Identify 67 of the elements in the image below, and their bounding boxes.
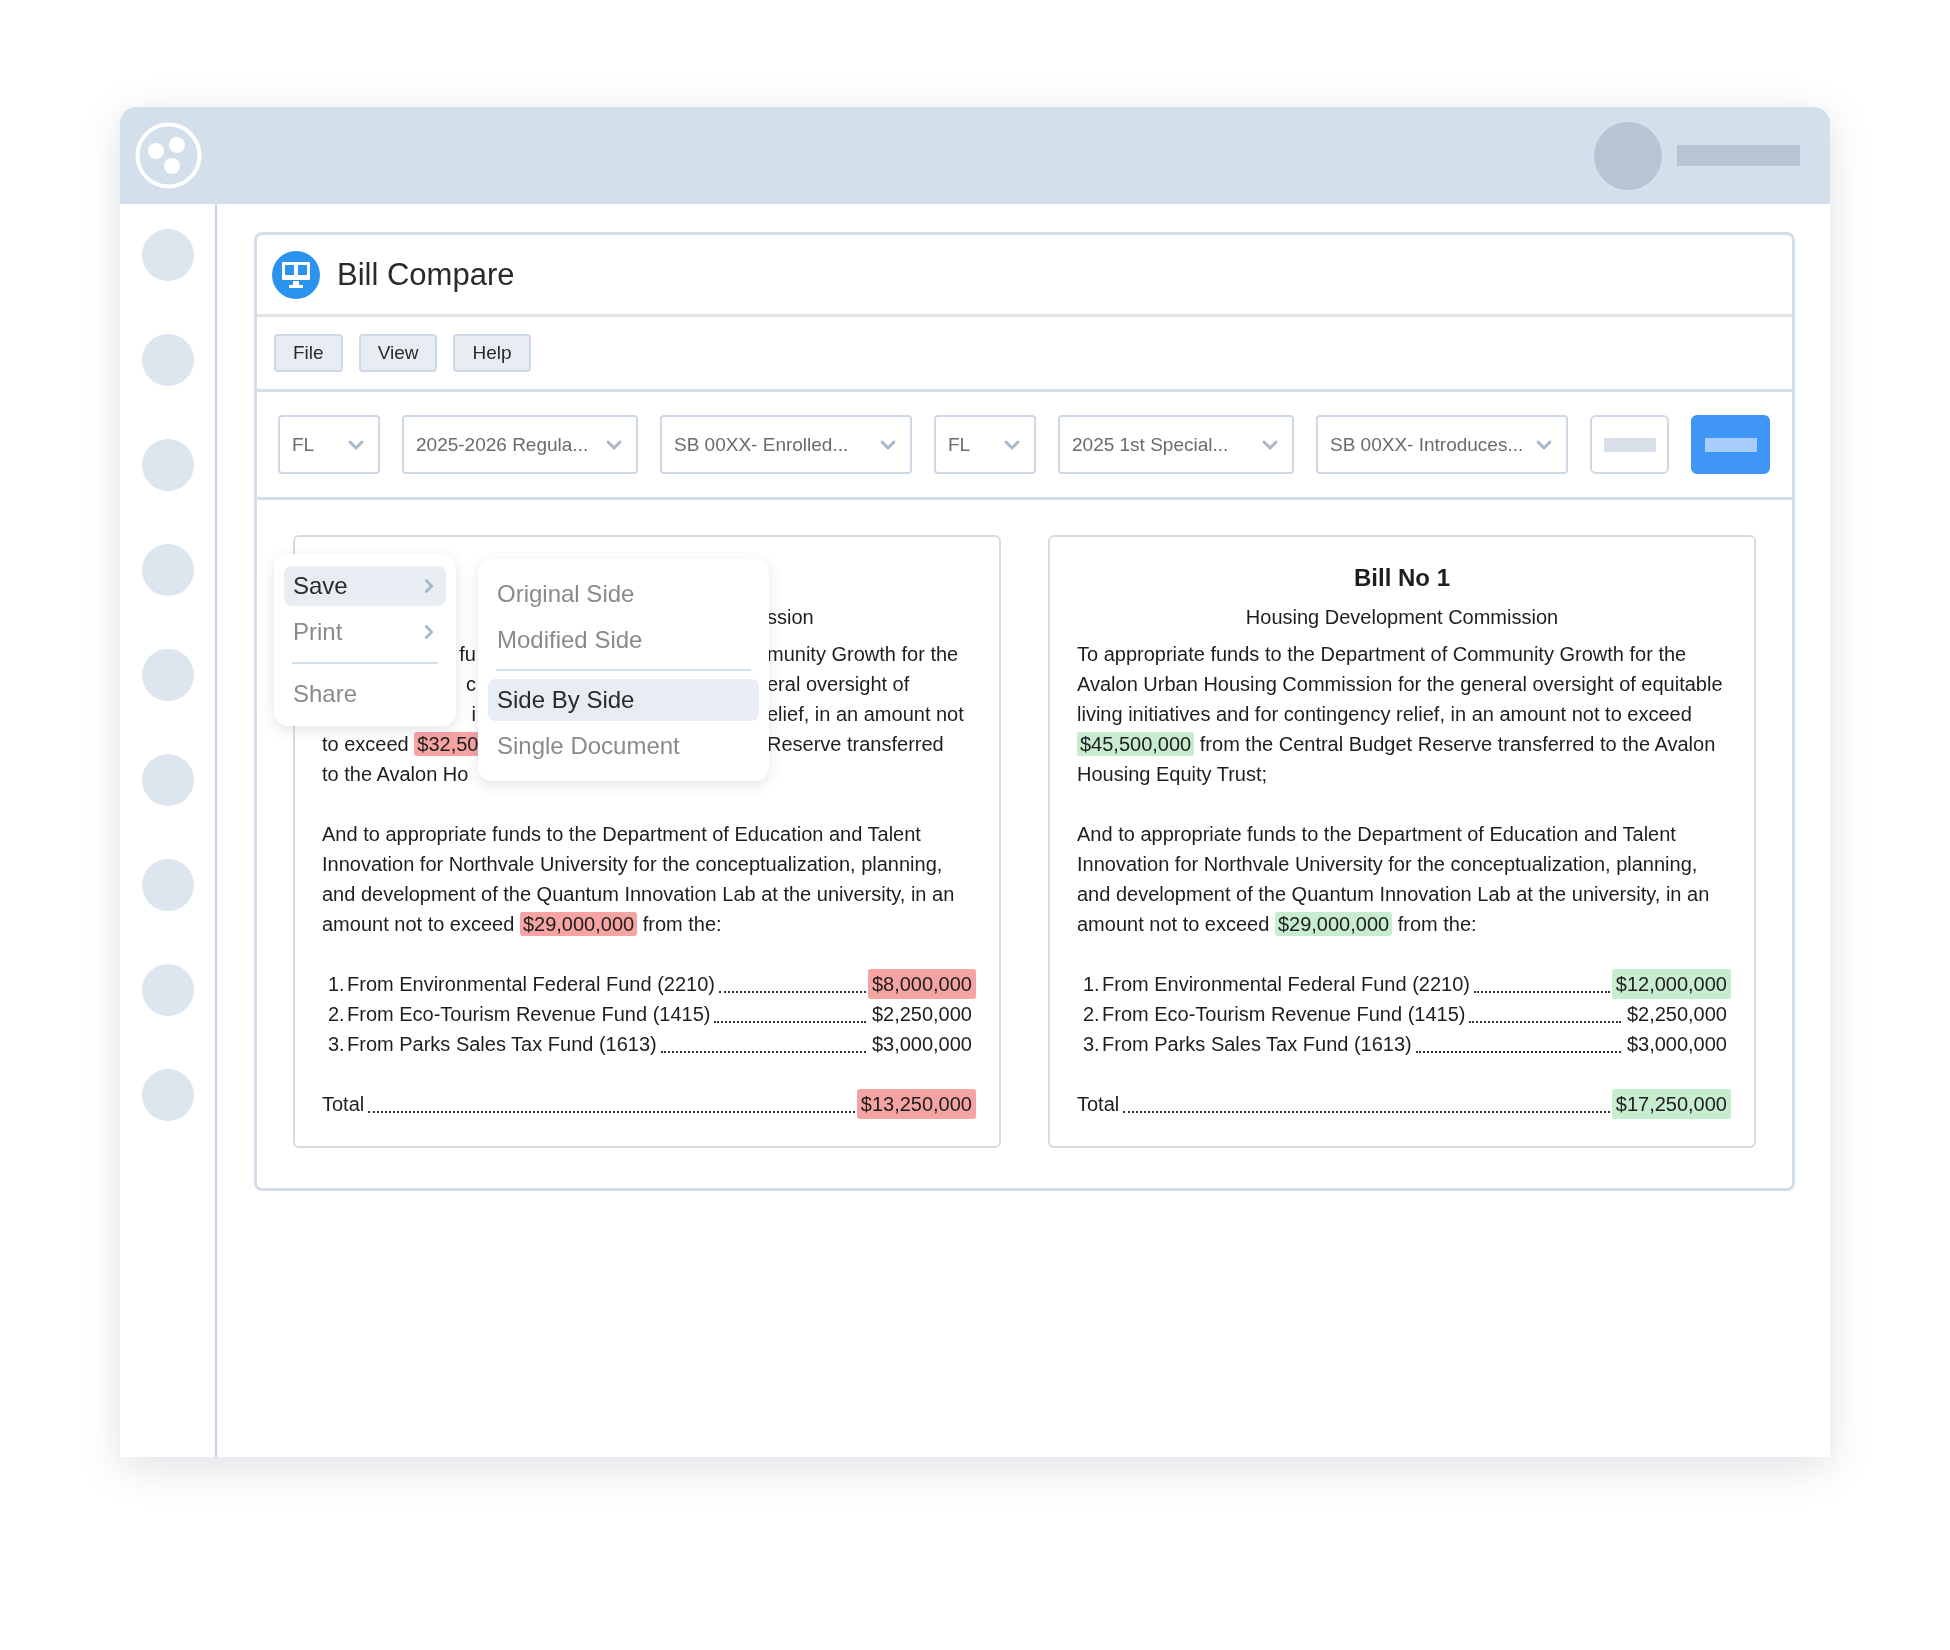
fund-label: From Eco-Tourism Revenue Fund (1415): [1102, 1002, 1466, 1027]
menu-item[interactable]: Save: [284, 566, 446, 606]
sidebar-icon[interactable]: [141, 859, 194, 911]
document-text: eral oversight of: [767, 673, 910, 695]
dropdown[interactable]: SB 00XX- Enrolled...: [660, 415, 912, 474]
sidebar-icon[interactable]: [141, 1069, 194, 1121]
document-text: i: [471, 702, 476, 727]
primary-button[interactable]: [1691, 415, 1770, 474]
sidebar-icon[interactable]: [141, 649, 194, 701]
sidebar-icon[interactable]: [141, 754, 194, 806]
total-amount: $13,250,000: [856, 1089, 976, 1119]
dropdown[interactable]: FL: [278, 415, 380, 474]
list-number: 1.: [1083, 972, 1101, 997]
fund-label: From Environmental Federal Fund (2210): [1102, 972, 1470, 997]
document-text: to exceed $32,50: [322, 729, 482, 759]
list-number: 3.: [1083, 1032, 1101, 1057]
secondary-button[interactable]: [1590, 415, 1669, 474]
menu-button[interactable]: Help: [453, 334, 531, 372]
fund-label: From Parks Sales Tax Fund (1613): [1102, 1032, 1412, 1057]
fund-amount: $12,000,000: [1611, 969, 1731, 999]
document-text: Reserve transferred: [767, 733, 944, 755]
fund-amount: $2,250,000: [870, 1002, 973, 1027]
fund-label: From Environmental Federal Fund (2210): [347, 972, 715, 997]
document-title: Bill No 1: [1353, 563, 1451, 593]
logo-icon: [135, 122, 202, 189]
menu-item[interactable]: Side By Side: [488, 679, 759, 721]
document-text: elief, in an amount not: [767, 703, 964, 725]
fund-amount: $2,250,000: [1625, 1002, 1728, 1027]
sidebar-icon[interactable]: [141, 229, 194, 281]
document-text: c: [466, 672, 476, 697]
document-text: munity Growth for the: [767, 643, 959, 665]
list-number: 1.: [328, 972, 346, 997]
total-label: Total: [1077, 1092, 1120, 1117]
document-text: ssion: [767, 606, 814, 628]
total-amount: $17,250,000: [1611, 1089, 1731, 1119]
menu-button[interactable]: File: [274, 334, 343, 372]
fund-amount: $3,000,000: [870, 1032, 973, 1057]
document-paragraph: And to appropriate funds to the Department of Education and Talent Innovation for Northvale University for the conceptualization, planning, and development of the Quantum Innovation Lab at the university, in an amount not to exceed $29,000,000 from the:: [322, 822, 956, 938]
list-number: 2.: [1083, 1002, 1101, 1027]
fund-label: From Eco-Tourism Revenue Fund (1415): [347, 1002, 711, 1027]
document-paragraph: And to appropriate funds to the Department of Education and Talent Innovation for Northvale University for the conceptualization, planning, and development of the Quantum Innovation Lab at the university, in an amount not to exceed $29,000,000 from the:: [1077, 822, 1711, 938]
fund-label: From Parks Sales Tax Fund (1613): [347, 1032, 657, 1057]
sidebar-icon[interactable]: [141, 544, 194, 596]
menu-item[interactable]: Share: [284, 674, 446, 714]
dropdown[interactable]: 2025 1st Special...: [1058, 415, 1294, 474]
menu-item[interactable]: Original Side: [488, 573, 759, 615]
document-subtitle: Housing Development Commission: [1244, 605, 1560, 630]
fund-amount: $8,000,000: [867, 969, 976, 999]
list-number: 3.: [328, 1032, 346, 1057]
menu-item[interactable]: Single Document: [488, 725, 759, 767]
document-text: to the Avalon Ho: [322, 762, 469, 787]
fund-amount: $3,000,000: [1625, 1032, 1728, 1057]
menu-item[interactable]: Modified Side: [488, 619, 759, 661]
document-text: fu: [459, 642, 476, 667]
menu-item[interactable]: Print: [284, 612, 446, 652]
dropdown[interactable]: SB 00XX- Introduces...: [1316, 415, 1568, 474]
dropdown[interactable]: FL: [934, 415, 1036, 474]
document-paragraph: To appropriate funds to the Department of Community Growth for the Avalon Urban Housing Commission for the general oversight of equitable living initiatives and for contingency relief, in an amount not to exceed $45,500,000 from the Central Budget Reserve transferred to the Avalon Housing Equity Trust;: [1077, 642, 1724, 787]
sidebar-icon[interactable]: [141, 964, 194, 1016]
total-label: Total: [322, 1092, 365, 1117]
sidebar-icon[interactable]: [141, 439, 194, 491]
panel-title: Bill Compare: [337, 256, 515, 293]
list-number: 2.: [328, 1002, 346, 1027]
sidebar-icon[interactable]: [141, 334, 194, 386]
dropdown[interactable]: 2025-2026 Regula...: [402, 415, 638, 474]
menu-button[interactable]: View: [358, 334, 438, 372]
monitor-icon: [272, 250, 320, 299]
